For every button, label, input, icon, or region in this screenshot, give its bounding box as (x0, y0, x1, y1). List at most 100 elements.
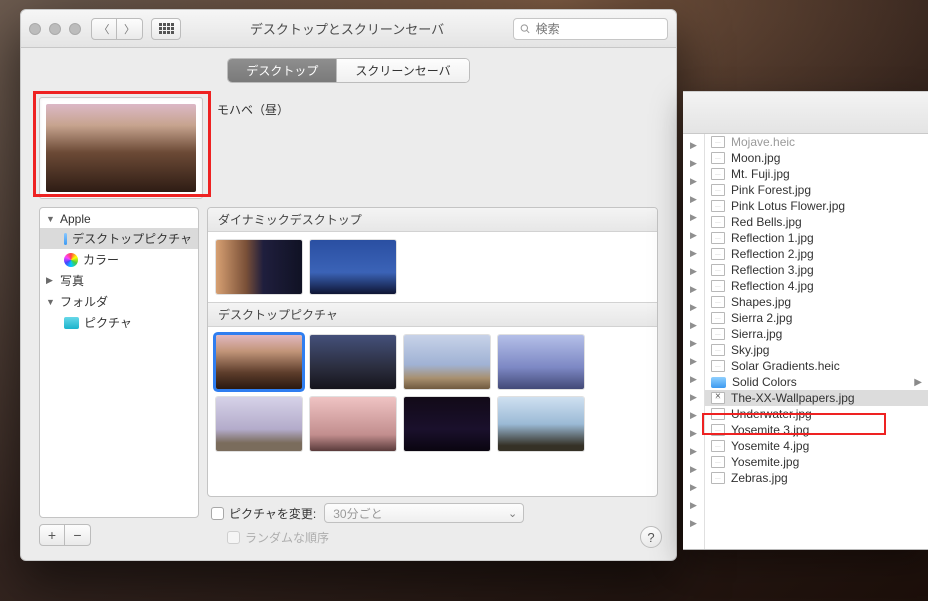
zoom-icon[interactable] (69, 23, 81, 35)
help-button[interactable]: ? (640, 526, 662, 548)
finder-row[interactable]: Moon.jpg (705, 150, 928, 166)
finder-row[interactable]: Pink Lotus Flower.jpg (705, 198, 928, 214)
source-sidebar: ▼ Apple デスクトップピクチャ カラー ▶ 写真 (39, 207, 199, 546)
wallpaper-thumb[interactable] (310, 335, 396, 389)
nav-buttons: 〈 〉 (91, 18, 143, 40)
chevron-right-icon: ▶ (683, 424, 704, 442)
finder-window: ▶▶▶▶▶▶▶▶▶▶▶▶▶▶▶▶▶▶▶▶▶▶ Mojave.heicMoon.j… (683, 91, 928, 550)
remove-folder-button[interactable]: − (65, 524, 91, 546)
chevron-right-icon: ▶ (910, 377, 922, 388)
tab-screensaver[interactable]: スクリーンセーバ (336, 59, 468, 82)
chevron-right-icon: ▶ (683, 316, 704, 334)
tree-group-apple[interactable]: ▼ Apple (40, 210, 198, 228)
search-icon (520, 23, 531, 35)
tree-label: カラー (83, 251, 119, 268)
wallpaper-thumb[interactable] (310, 240, 396, 294)
finder-row[interactable]: Reflection 3.jpg (705, 262, 928, 278)
show-all-button[interactable] (151, 18, 181, 40)
source-tree[interactable]: ▼ Apple デスクトップピクチャ カラー ▶ 写真 (39, 207, 199, 518)
finder-row[interactable]: Reflection 2.jpg (705, 246, 928, 262)
wallpaper-thumb[interactable] (216, 397, 302, 451)
finder-row[interactable]: Red Bells.jpg (705, 214, 928, 230)
tree-group-photos[interactable]: ▶ 写真 (40, 270, 198, 291)
finder-row[interactable]: Reflection 4.jpg (705, 278, 928, 294)
section-header-desktop-pictures: デスクトップピクチャ (208, 302, 657, 327)
finder-row[interactable]: Pink Forest.jpg (705, 182, 928, 198)
checkbox-icon (211, 507, 224, 520)
finder-row[interactable]: Sky.jpg (705, 342, 928, 358)
chevron-right-icon: ▶ (683, 496, 704, 514)
wallpaper-thumb[interactable] (498, 335, 584, 389)
finder-file-column[interactable]: Mojave.heicMoon.jpgMt. Fuji.jpgPink Fore… (705, 134, 928, 549)
finder-row[interactable]: Yosemite.jpg (705, 454, 928, 470)
folder-icon (64, 233, 67, 245)
image-file-icon (711, 328, 725, 340)
wallpaper-thumb[interactable] (404, 335, 490, 389)
image-file-icon (711, 136, 725, 148)
image-file-icon (711, 440, 725, 452)
image-file-icon (711, 456, 725, 468)
finder-row[interactable]: Yosemite 3.jpg (705, 422, 928, 438)
file-name: Shapes.jpg (731, 295, 791, 309)
tab-desktop[interactable]: デスクトップ (228, 59, 336, 82)
finder-titlebar (683, 92, 928, 134)
wallpaper-thumb[interactable] (216, 335, 302, 389)
chevron-right-icon: ▶ (683, 442, 704, 460)
chevron-right-icon: ▶ (683, 388, 704, 406)
finder-row[interactable]: The-XX-Wallpapers.jpg (705, 390, 928, 406)
segmented-control: デスクトップ スクリーンセーバ (227, 58, 469, 83)
image-file-icon (711, 408, 725, 420)
search-input[interactable] (536, 22, 661, 36)
window-controls (29, 23, 81, 35)
change-picture-checkbox[interactable]: ピクチャを変更: (211, 505, 316, 522)
finder-row[interactable]: Solid Colors▶ (705, 374, 928, 390)
finder-row[interactable]: Mojave.heic (705, 134, 928, 150)
image-file-icon (711, 360, 725, 372)
thumbnail-sections: ダイナミックデスクトップ デスクトップピクチャ (207, 207, 658, 497)
checkbox-label: ピクチャを変更: (229, 505, 316, 522)
search-field[interactable] (513, 18, 668, 40)
image-file-icon (711, 392, 725, 404)
wallpaper-thumb[interactable] (310, 397, 396, 451)
desktop-pictures-scroll[interactable] (208, 327, 657, 459)
chevron-right-icon: ▶ (683, 154, 704, 172)
add-folder-button[interactable]: + (39, 524, 65, 546)
finder-row[interactable]: Yosemite 4.jpg (705, 438, 928, 454)
wallpaper-thumb[interactable] (498, 397, 584, 451)
file-name: Reflection 3.jpg (731, 263, 814, 277)
file-name: Reflection 4.jpg (731, 279, 814, 293)
finder-row[interactable]: Sierra.jpg (705, 326, 928, 342)
tree-item-pictures[interactable]: ピクチャ (40, 312, 198, 333)
forward-button[interactable]: 〉 (117, 18, 143, 40)
chevron-down-icon: ▼ (46, 214, 55, 224)
file-name: Solar Gradients.heic (731, 359, 840, 373)
image-file-icon (711, 264, 725, 276)
finder-row[interactable]: Underwater.jpg (705, 406, 928, 422)
finder-row[interactable]: Mt. Fuji.jpg (705, 166, 928, 182)
minimize-icon[interactable] (49, 23, 61, 35)
close-icon[interactable] (29, 23, 41, 35)
tree-item-colors[interactable]: カラー (40, 249, 198, 270)
file-name: Yosemite 4.jpg (731, 439, 809, 453)
finder-row[interactable]: Reflection 1.jpg (705, 230, 928, 246)
random-label: ランダムな順序 (245, 529, 329, 546)
tree-label: Apple (60, 212, 91, 226)
finder-row[interactable]: Zebras.jpg (705, 470, 928, 486)
finder-row[interactable]: Sierra 2.jpg (705, 310, 928, 326)
sidebar-footer: + − (39, 524, 199, 546)
tree-label: 写真 (60, 272, 84, 289)
image-file-icon (711, 152, 725, 164)
finder-row[interactable]: Solar Gradients.heic (705, 358, 928, 374)
current-preview-row: モハベ（昼） (39, 97, 658, 199)
desktop-thumbnails (208, 327, 657, 459)
finder-row[interactable]: Shapes.jpg (705, 294, 928, 310)
folder-icon (711, 377, 726, 388)
wallpaper-thumb[interactable] (216, 240, 302, 294)
interval-select[interactable]: 30分ごと (324, 503, 524, 523)
tree-group-folder[interactable]: ▼ フォルダ (40, 291, 198, 312)
file-name: Mojave.heic (731, 135, 795, 149)
back-button[interactable]: 〈 (91, 18, 117, 40)
wallpaper-thumb[interactable] (404, 397, 490, 451)
tree-item-desktop-pictures[interactable]: デスクトップピクチャ (40, 228, 198, 249)
chevron-right-icon: ▶ (683, 280, 704, 298)
